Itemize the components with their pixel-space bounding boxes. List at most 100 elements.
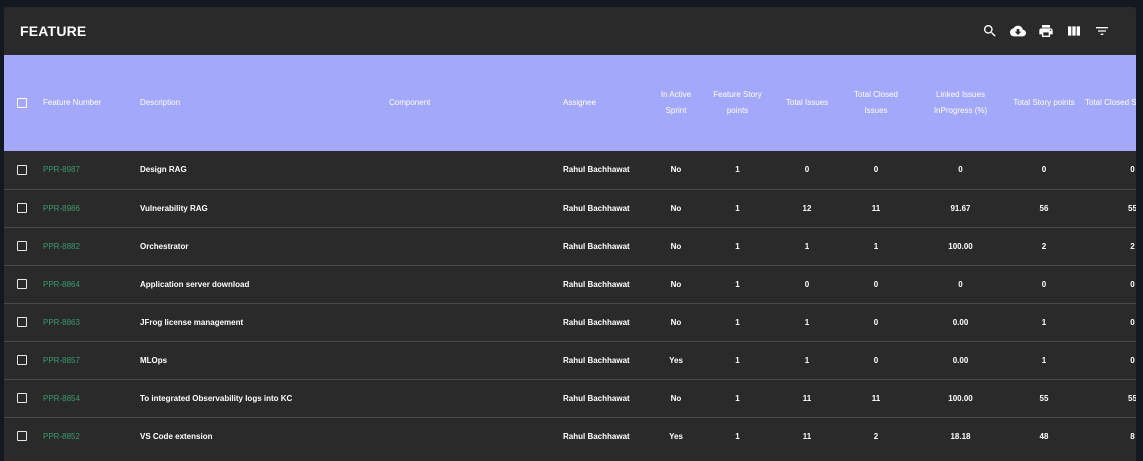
cell-total-closed-story-points: 55 [1128,393,1136,403]
print-icon[interactable] [1032,17,1060,45]
row-select-cell [4,303,39,341]
cell-assignee: Rahul Bachhawat [563,317,630,327]
cell-total-issues: 12 [802,203,812,213]
cell-assignee: Rahul Bachhawat [563,241,630,251]
cell-linked-issues-inprogress: 100.00 [948,393,973,403]
cell-linked-issues-inprogress: 91.67 [950,203,971,213]
cell-description: To integrated Observability logs into KC [140,393,293,403]
row-checkbox[interactable] [16,431,27,442]
header-feature-story-points[interactable]: Feature Story points [699,55,776,151]
view-columns-icon[interactable] [1060,17,1088,45]
cell-feature-story-points: 1 [735,279,740,289]
cell-in-active-sprint: Yes [669,355,683,365]
cell-total-closed-issues: 0 [873,279,879,289]
cell-feature-story-points: 1 [735,203,740,213]
cell-assignee: Rahul Bachhawat [563,165,630,175]
row-select-cell [4,417,39,455]
select-all-cell [4,55,39,151]
header-description[interactable]: Description [136,55,385,151]
cell-linked-issues-inprogress: 0.00 [952,355,969,365]
table-row[interactable]: PPR-8863 JFrog license management Rahul Ba… [4,303,1136,341]
cell-total-closed-issues: 2 [873,431,879,441]
row-checkbox[interactable] [16,279,27,289]
cell-total-issues: 1 [804,241,810,251]
cell-total-story-points: 2 [1041,241,1047,251]
table-row[interactable]: PPR-8854 To integrated Observability logs… [4,379,1136,417]
row-checkbox[interactable] [16,241,27,251]
header-total-closed-story-points[interactable]: Total Closed Story points [1081,55,1136,151]
cell-total-story-points: 0 [1041,279,1047,289]
cell-component [385,189,559,227]
cell-total-closed-story-points: 0 [1130,165,1135,175]
cell-assignee: Rahul Bachhawat [563,431,630,441]
header-total-issues[interactable]: Total Issues [776,55,838,151]
table-title: FEATURE [20,23,87,39]
cell-description: JFrog license management [140,317,244,327]
cell-feature-story-points: 1 [735,393,740,403]
cell-assignee: Rahul Bachhawat [563,203,630,213]
cell-total-issues: 11 [802,431,812,441]
header-in-active-sprint[interactable]: In Active Sprint [653,55,699,151]
cell-feature-story-points: 1 [735,431,740,441]
cell-feature-number[interactable]: PPR-8852 [39,417,136,455]
cell-feature-story-points: 1 [735,241,740,251]
row-select-cell [4,227,39,265]
cell-linked-issues-inprogress: 0 [958,279,963,289]
table-header: Feature Number Description Component Ass… [4,55,1136,151]
header-total-story-points[interactable]: Total Story points [1007,55,1081,151]
header-total-closed-issues[interactable]: Total Closed Issues [838,55,914,151]
cell-total-story-points: 55 [1039,393,1049,403]
cell-description: Vulnerability RAG [140,203,208,213]
row-checkbox[interactable] [16,203,27,213]
cell-total-story-points: 0 [1041,165,1047,175]
filter-icon[interactable] [1088,17,1116,45]
row-checkbox[interactable] [16,317,27,327]
cell-description: Application server download [140,279,250,289]
cell-total-story-points: 1 [1041,317,1047,327]
table-row[interactable]: PPR-8987 Design RAG Rahul Bachhawat No 1 0 0 0 0… [4,151,1136,189]
cell-feature-story-points: 1 [735,317,740,327]
cell-component [385,417,559,455]
cell-description: MLOps [140,355,168,365]
table-row[interactable]: PPR-8864 Application server download Rahul… [4,265,1136,303]
cell-in-active-sprint: No [670,279,682,289]
cell-component [385,303,559,341]
cell-feature-number[interactable]: PPR-8857 [39,341,136,379]
cell-total-closed-story-points: 0 [1130,355,1135,365]
row-checkbox[interactable] [16,164,27,175]
table-toolbar: FEATURE [4,7,1136,55]
table-row[interactable]: PPR-8882 Orchestrator Rahul Bachhawat No 1 1 1… [4,227,1136,265]
cell-in-active-sprint: No [670,165,682,175]
cell-feature-number[interactable]: PPR-8854 [39,379,136,417]
cell-feature-number[interactable]: PPR-8987 [39,151,136,189]
row-checkbox[interactable] [16,355,27,365]
header-assignee[interactable]: Assignee [559,55,653,151]
table-body: PPR-8987 Design RAG Rahul Bachhawat No 1 0 0 0 0… [4,151,1136,455]
cell-feature-number[interactable]: PPR-8863 [39,303,136,341]
cloud-download-icon[interactable] [1004,17,1032,45]
cell-total-issues: 11 [802,393,812,403]
header-linked-issues-inprogress[interactable]: Linked Issues InProgress (%) [914,55,1007,151]
header-component[interactable]: Component [385,55,559,151]
cell-feature-number[interactable]: PPR-8882 [39,227,136,265]
cell-component [385,265,559,303]
feature-table: Feature Number Description Component Ass… [4,55,1136,455]
header-row: Feature Number Description Component Ass… [4,55,1136,151]
row-select-cell [4,189,39,227]
cell-feature-number[interactable]: PPR-8986 [39,189,136,227]
cell-total-story-points: 1 [1041,355,1047,365]
table-row[interactable]: PPR-8852 VS Code extension Rahul Bachhawat… [4,417,1136,455]
cell-component [385,341,559,379]
select-all-checkbox[interactable] [16,97,27,108]
table-row[interactable]: PPR-8857 MLOps Rahul Bachhawat Yes 1 1 0 0.00 1 0 [4,341,1136,379]
cell-feature-number[interactable]: PPR-8864 [39,265,136,303]
table-row[interactable]: PPR-8986 Vulnerability RAG Rahul Bachhawat… [4,189,1136,227]
header-feature-number[interactable]: Feature Number [39,55,136,151]
cell-total-closed-story-points: 55 [1128,203,1136,213]
cell-linked-issues-inprogress: 0.00 [952,317,969,327]
row-checkbox[interactable] [16,393,27,403]
cell-total-closed-issues: 11 [871,393,881,403]
search-icon[interactable] [976,17,1004,45]
cell-linked-issues-inprogress: 100.00 [948,241,973,251]
cell-total-closed-issues: 0 [873,355,879,365]
